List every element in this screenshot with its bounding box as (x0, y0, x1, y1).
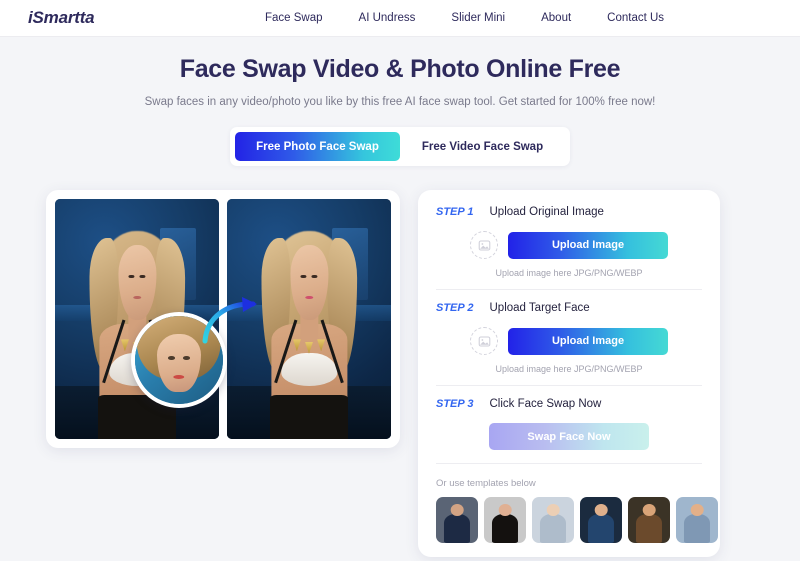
nav-item-ai-undress[interactable]: AI Undress (359, 12, 416, 24)
hero-section: Face Swap Video & Photo Online Free Swap… (0, 37, 800, 166)
step-3-number: STEP 3 (436, 398, 474, 410)
template-thumb-1[interactable] (436, 497, 478, 543)
top-navbar: iSmartta Face Swap AI Undress Slider Min… (0, 0, 800, 37)
site-logo[interactable]: iSmartta (28, 8, 95, 28)
template-thumb-4[interactable] (580, 497, 622, 543)
nav-item-slider-mini[interactable]: Slider Mini (451, 12, 505, 24)
page-subtitle: Swap faces in any video/photo you like b… (144, 96, 656, 108)
demo-preview-card (46, 190, 400, 448)
step-1-block: STEP 1 Upload Original Image Upload Imag… (436, 206, 702, 290)
upload-original-image-button[interactable]: Upload Image (508, 231, 668, 259)
template-thumb-2[interactable] (484, 497, 526, 543)
step-1-number: STEP 1 (436, 206, 474, 218)
steps-panel: STEP 1 Upload Original Image Upload Imag… (418, 190, 720, 557)
upload-target-face-button[interactable]: Upload Image (508, 327, 668, 355)
step-2-block: STEP 2 Upload Target Face Upload Image U… (436, 290, 702, 386)
template-thumb-6[interactable] (676, 497, 718, 543)
step-1-upload-row: Upload Image (436, 231, 702, 259)
step-2-upload-hint: Upload image here JPG/PNG/WEBP (495, 364, 643, 374)
tab-free-video-face-swap[interactable]: Free Video Face Swap (400, 132, 565, 161)
main-content: STEP 1 Upload Original Image Upload Imag… (0, 190, 800, 557)
template-thumb-3[interactable] (532, 497, 574, 543)
step-3-block: STEP 3 Click Face Swap Now Swap Face Now (436, 386, 702, 464)
image-placeholder-icon[interactable] (470, 327, 498, 355)
step-2-label: Upload Target Face (489, 302, 590, 314)
template-thumb-5[interactable] (628, 497, 670, 543)
step-2-header: STEP 2 Upload Target Face (436, 302, 702, 314)
mode-tab-switch: Free Photo Face Swap Free Video Face Swa… (230, 127, 570, 166)
nav-item-about[interactable]: About (541, 12, 571, 24)
step-2-number: STEP 2 (436, 302, 474, 314)
step-3-label: Click Face Swap Now (489, 398, 602, 410)
nav-item-face-swap[interactable]: Face Swap (265, 12, 323, 24)
step-1-label: Upload Original Image (489, 206, 604, 218)
step-1-upload-hint: Upload image here JPG/PNG/WEBP (495, 268, 643, 278)
step-1-header: STEP 1 Upload Original Image (436, 206, 702, 218)
swap-face-now-button[interactable]: Swap Face Now (489, 423, 649, 450)
swap-arrow-icon (202, 297, 257, 344)
step-2-upload-row: Upload Image (436, 327, 702, 355)
templates-title: Or use templates below (436, 478, 536, 489)
step-3-header: STEP 3 Click Face Swap Now (436, 398, 702, 410)
image-placeholder-icon[interactable] (470, 231, 498, 259)
nav-item-contact-us[interactable]: Contact Us (607, 12, 664, 24)
page-title: Face Swap Video & Photo Online Free (179, 55, 621, 83)
step-3-divider (436, 463, 702, 464)
templates-row (436, 497, 718, 543)
primary-nav: Face Swap AI Undress Slider Mini About C… (265, 12, 664, 24)
tab-free-photo-face-swap[interactable]: Free Photo Face Swap (235, 132, 400, 161)
